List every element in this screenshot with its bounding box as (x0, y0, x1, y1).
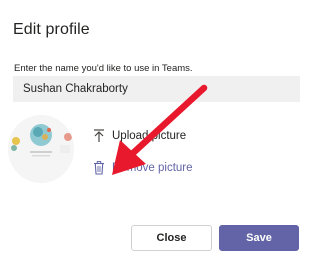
trash-icon (92, 160, 106, 176)
upload-picture-button[interactable]: Upload picture (92, 128, 186, 144)
remove-picture-button[interactable]: Remove picture (92, 160, 193, 176)
upload-arrow-icon (92, 128, 106, 144)
name-field-label: Enter the name you'd like to use in Team… (14, 63, 193, 74)
edit-profile-dialog: Edit profile Enter the name you'd like t… (0, 0, 320, 270)
display-name-input[interactable] (13, 76, 300, 102)
profile-picture (8, 115, 74, 183)
remove-picture-label: Remove picture (112, 162, 193, 174)
save-button[interactable]: Save (219, 225, 299, 251)
dialog-title: Edit profile (13, 21, 90, 38)
upload-picture-label: Upload picture (112, 130, 187, 142)
close-button[interactable]: Close (131, 225, 212, 251)
